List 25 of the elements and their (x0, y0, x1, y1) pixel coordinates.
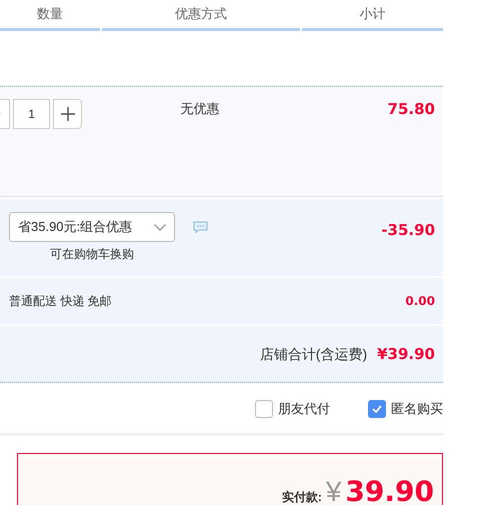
currency-symbol: ¥ (326, 475, 342, 505)
shop-total-amount: ¥39.90 (377, 344, 435, 365)
increase-button[interactable] (53, 99, 82, 129)
plus-icon (60, 107, 75, 121)
column-header: 小计 (360, 5, 386, 23)
payment-amount: 39.90 (345, 474, 434, 505)
quantity-field[interactable]: 1 (13, 99, 50, 129)
column-header: 优惠方式 (175, 5, 227, 23)
checkbox[interactable] (255, 400, 273, 418)
column-header: 数量 (37, 5, 63, 23)
promotion-select[interactable]: 省35.90元:组合优惠 (9, 212, 175, 242)
checkbox-label[interactable]: 匿名购买 (391, 398, 443, 418)
shipping-method: 普通配送 快递 免邮 (9, 293, 112, 310)
payment-label: 实付款: (282, 489, 322, 505)
promotion-note: 可在购物车换购 (50, 246, 134, 263)
shipping-amount: 0.00 (405, 293, 435, 310)
checkbox[interactable] (368, 400, 386, 418)
subtotal-amount: 75.80 (388, 99, 435, 119)
chat-bubble-icon[interactable] (193, 221, 208, 233)
discount-amount: -35.90 (381, 220, 435, 241)
shop-total-label: 店铺合计(含运费) (260, 344, 368, 364)
chevron-down-icon (154, 224, 166, 230)
discount-text: 无优惠 (180, 100, 220, 118)
checkmark-icon (372, 404, 382, 412)
checkbox-label[interactable]: 朋友代付 (278, 398, 330, 418)
